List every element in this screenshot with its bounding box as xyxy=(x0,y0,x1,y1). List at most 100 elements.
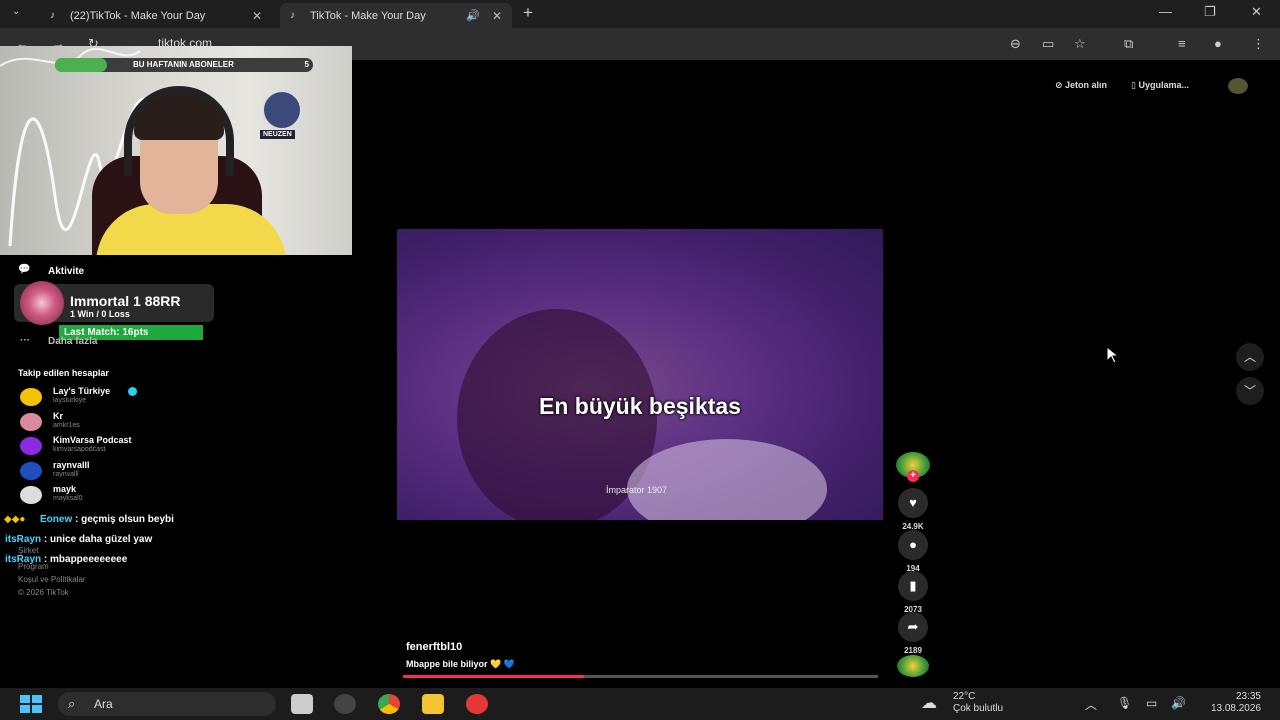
like-button[interactable]: ♥ 24.9K xyxy=(895,488,931,531)
save-button[interactable]: ▮ 2073 xyxy=(895,571,931,614)
profile-icon[interactable]: ● xyxy=(1214,36,1222,51)
tab-title: TikTok - Make Your Day xyxy=(310,9,426,22)
taskbar-search-field[interactable]: ⌕ Ara xyxy=(58,692,276,716)
sidebar-item-more[interactable]: Daha fazla xyxy=(48,336,97,347)
app-label: Uygulama... xyxy=(1138,80,1189,90)
file-viewer-app-icon[interactable] xyxy=(291,694,313,714)
activity-icon[interactable]: 💬 xyxy=(18,264,30,275)
subscriber-goal-bar: BU HAFTANIN ABONELER 5 xyxy=(55,58,313,72)
close-window-icon[interactable]: ✕ xyxy=(1251,4,1262,20)
chat-text: : mbappeeeeeeee xyxy=(41,554,128,565)
weather-widget[interactable]: 22°C Çok bulutlu xyxy=(953,691,1003,715)
previous-video-button[interactable]: ︿ xyxy=(1236,343,1264,371)
account-name: KimVarsa Podcast xyxy=(53,435,132,445)
tab-search-icon[interactable]: ⌄ xyxy=(12,6,20,17)
share-button[interactable]: ➦ 2189 xyxy=(895,612,931,655)
account-avatar xyxy=(20,462,42,480)
windows-start-icon[interactable] xyxy=(20,695,42,713)
bookmark-icon: ▮ xyxy=(898,571,928,601)
chat-username: itsRayn xyxy=(5,534,42,545)
minimize-icon[interactable]: — xyxy=(1159,4,1172,19)
follow-plus-icon[interactable]: + xyxy=(907,470,919,482)
new-tab-icon[interactable]: + xyxy=(523,3,533,23)
zoom-icon[interactable]: ⊖ xyxy=(1010,36,1021,52)
clock-date: 13.08.2026 xyxy=(1210,703,1261,714)
app-icon[interactable] xyxy=(334,694,356,714)
media-control-icon[interactable]: ≡ xyxy=(1178,36,1186,51)
more-icon[interactable]: ··· xyxy=(20,335,30,346)
browser-tab-bar: ⌄ ♪ (22)TikTok - Make Your Day ✕ ♪ TikTo… xyxy=(0,0,1280,28)
video-highlight xyxy=(627,439,827,520)
tiktok-favicon-icon: ♪ xyxy=(290,10,295,21)
video-progress-fill xyxy=(403,675,584,678)
windows-taskbar: ⌕ Ara ☁ 22°C Çok bulutlu ︿ 🎙 ▭ 🔊 23:35 1… xyxy=(0,688,1280,720)
comment-button[interactable]: ● 194 xyxy=(895,530,931,573)
stream-app-icon[interactable] xyxy=(466,694,488,714)
account-handle: kimvarsapodcast xyxy=(53,446,106,453)
close-tab-icon[interactable]: ✕ xyxy=(252,9,262,23)
chat-message: itsRayn : unice daha güzel yaw xyxy=(5,534,152,545)
speaker-icon[interactable]: 🔊 xyxy=(466,9,480,22)
footer-terms[interactable]: Koşul ve Politikalar xyxy=(18,575,86,584)
weather-temp: 22°C xyxy=(953,691,976,702)
network-icon[interactable]: ▭ xyxy=(1146,696,1157,710)
weather-icon: ☁ xyxy=(921,695,937,712)
account-name: raynvalll xyxy=(53,460,90,470)
extensions-icon[interactable]: ⧉ xyxy=(1124,36,1133,52)
footer-program[interactable]: Program xyxy=(18,562,49,571)
volume-icon[interactable]: 🔊 xyxy=(1171,696,1186,710)
rank-title: Immortal 1 88RR xyxy=(70,293,181,309)
video-watermark: İmparator 1907 xyxy=(606,485,668,495)
verified-badge-icon xyxy=(128,387,137,396)
account-handle: mayksal0 xyxy=(53,495,83,502)
microphone-icon[interactable]: 🎙 xyxy=(1117,696,1132,710)
get-coins-button[interactable]: ⊘ Jeton alın xyxy=(1055,80,1107,91)
account-avatar xyxy=(20,486,42,504)
search-icon: ⌕ xyxy=(68,696,76,711)
account-handle: amkr1es xyxy=(53,422,80,429)
next-video-button[interactable]: ﹀ xyxy=(1236,377,1264,405)
tab-title: (22)TikTok - Make Your Day xyxy=(70,9,206,22)
system-clock[interactable]: 23:35 13.08.2026 xyxy=(1211,691,1261,715)
subscriber-goal-count: 5 xyxy=(304,60,309,69)
get-coins-label: Jeton alın xyxy=(1065,80,1108,90)
video-description: Mbappe bile biliyor 💛 💙 xyxy=(406,659,515,669)
tab-tiktok-1[interactable]: ♪ (22)TikTok - Make Your Day ✕ xyxy=(40,3,272,28)
file-explorer-icon[interactable] xyxy=(422,694,444,714)
chat-badges-icon: ◆◆● xyxy=(4,514,26,525)
sidebar-item-activity[interactable]: Aktivite xyxy=(48,266,84,277)
share-count: 2189 xyxy=(904,646,922,655)
video-caption: En büyük beşiktas xyxy=(539,393,741,419)
chat-text: : unice daha güzel yaw xyxy=(41,534,153,545)
rank-record: 1 Win / 0 Loss xyxy=(70,309,130,319)
tiktok-favicon-icon: ♪ xyxy=(50,10,55,21)
channel-logo-text: NEUZEN xyxy=(260,130,295,139)
chat-message: Eonew : geçmiş olsun beybi xyxy=(40,514,174,525)
app-button[interactable]: ▯ Uygulama... xyxy=(1131,80,1189,91)
bookmark-star-icon[interactable]: ☆ xyxy=(1074,36,1086,52)
account-avatar xyxy=(20,437,42,455)
chrome-icon[interactable] xyxy=(378,694,400,714)
following-heading: Takip edilen hesaplar xyxy=(18,368,109,378)
chat-username: Eonew xyxy=(40,514,73,525)
video-author[interactable]: fenerftbl10 xyxy=(406,641,462,653)
tray-chevron-icon[interactable]: ︿ xyxy=(1085,696,1097,713)
video-progress-bar[interactable] xyxy=(403,675,878,678)
cast-icon[interactable]: ▭ xyxy=(1042,36,1054,52)
account-handle: laysturkiye xyxy=(53,397,87,404)
menu-icon[interactable]: ⋮ xyxy=(1252,36,1265,52)
channel-logo xyxy=(262,90,302,130)
tab-tiktok-2[interactable]: ♪ TikTok - Make Your Day 🔊 ✕ xyxy=(280,3,512,28)
heart-icon: ♥ xyxy=(898,488,928,518)
account-avatar xyxy=(20,413,42,431)
user-avatar[interactable] xyxy=(1228,78,1248,94)
restore-icon[interactable]: ❐ xyxy=(1204,4,1216,20)
webcam-overlay: NEUZEN BU HAFTANIN ABONELER 5 xyxy=(0,46,352,255)
music-disc-icon[interactable] xyxy=(897,655,929,677)
weather-desc: Çok bulutlu xyxy=(953,703,1004,714)
footer-copyright: © 2026 TikTok xyxy=(18,588,69,597)
close-tab-icon[interactable]: ✕ xyxy=(492,9,502,23)
footer-company[interactable]: Şirket xyxy=(18,546,38,555)
comment-icon: ● xyxy=(898,530,928,560)
video-player[interactable]: En büyük beşiktas İmparator 1907 xyxy=(397,229,883,520)
